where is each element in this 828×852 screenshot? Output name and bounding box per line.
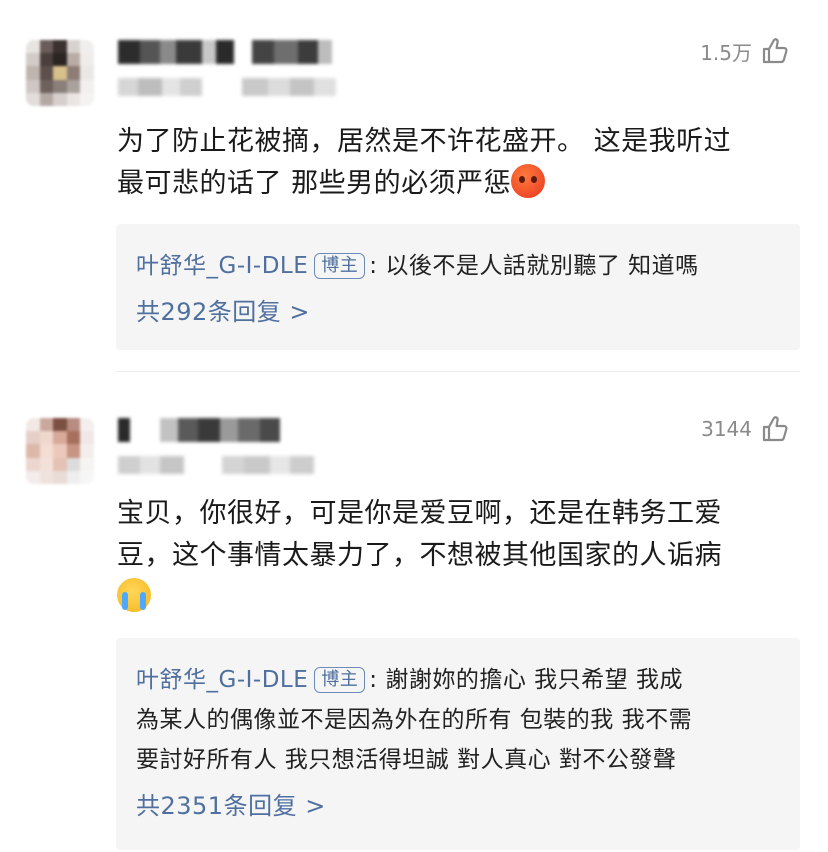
like-control[interactable]: 3144 [701, 414, 790, 444]
blogger-badge: 博主 [314, 253, 366, 279]
reply-author[interactable]: 叶舒华_G-I-DLE [136, 253, 308, 279]
comment-text: 为了防止花被摘，居然是不许花盛开。 这是我听过 最可悲的话了 那些男的必须严惩 [117, 126, 732, 199]
meta-blurred [118, 78, 336, 96]
reply-count-link[interactable]: 共2351条回复 > [136, 786, 780, 826]
like-count: 3144 [701, 417, 752, 441]
thumbs-up-icon[interactable] [760, 414, 790, 444]
crying-face-emoji [117, 578, 151, 612]
like-control[interactable]: 1.5万 [700, 36, 790, 66]
comment-text: 宝贝，你很好，可是你是爱豆啊，还是在韩务工爱 豆，这个事情太暴力了，不想被其他国… [117, 493, 807, 619]
username-blurred[interactable] [118, 418, 280, 442]
angry-face-emoji [511, 164, 546, 198]
reply-text: 叶舒华_G-I-DLE 博主: 以後不是人話就別聽了 知道嗎 [136, 253, 699, 279]
username-blurred[interactable] [118, 40, 332, 64]
meta-blurred [118, 456, 314, 474]
divider [116, 371, 800, 372]
reply-preview[interactable]: 叶舒华_G-I-DLE 博主: 以後不是人話就別聽了 知道嗎 共292条回复 > [116, 224, 800, 350]
like-count: 1.5万 [700, 40, 752, 65]
avatar[interactable] [26, 40, 94, 106]
reply-author[interactable]: 叶舒华_G-I-DLE [136, 667, 308, 693]
thumbs-up-icon[interactable] [760, 36, 790, 66]
avatar[interactable] [26, 418, 94, 484]
reply-count-link[interactable]: 共292条回复 > [136, 292, 780, 332]
reply-preview[interactable]: 叶舒华_G-I-DLE 博主: 謝謝妳的擔心 我只希望 我成 為某人的偶像並不是因… [116, 638, 800, 850]
reply-text: 叶舒华_G-I-DLE 博主: 謝謝妳的擔心 我只希望 我成 [136, 667, 683, 693]
blogger-badge: 博主 [314, 667, 366, 693]
